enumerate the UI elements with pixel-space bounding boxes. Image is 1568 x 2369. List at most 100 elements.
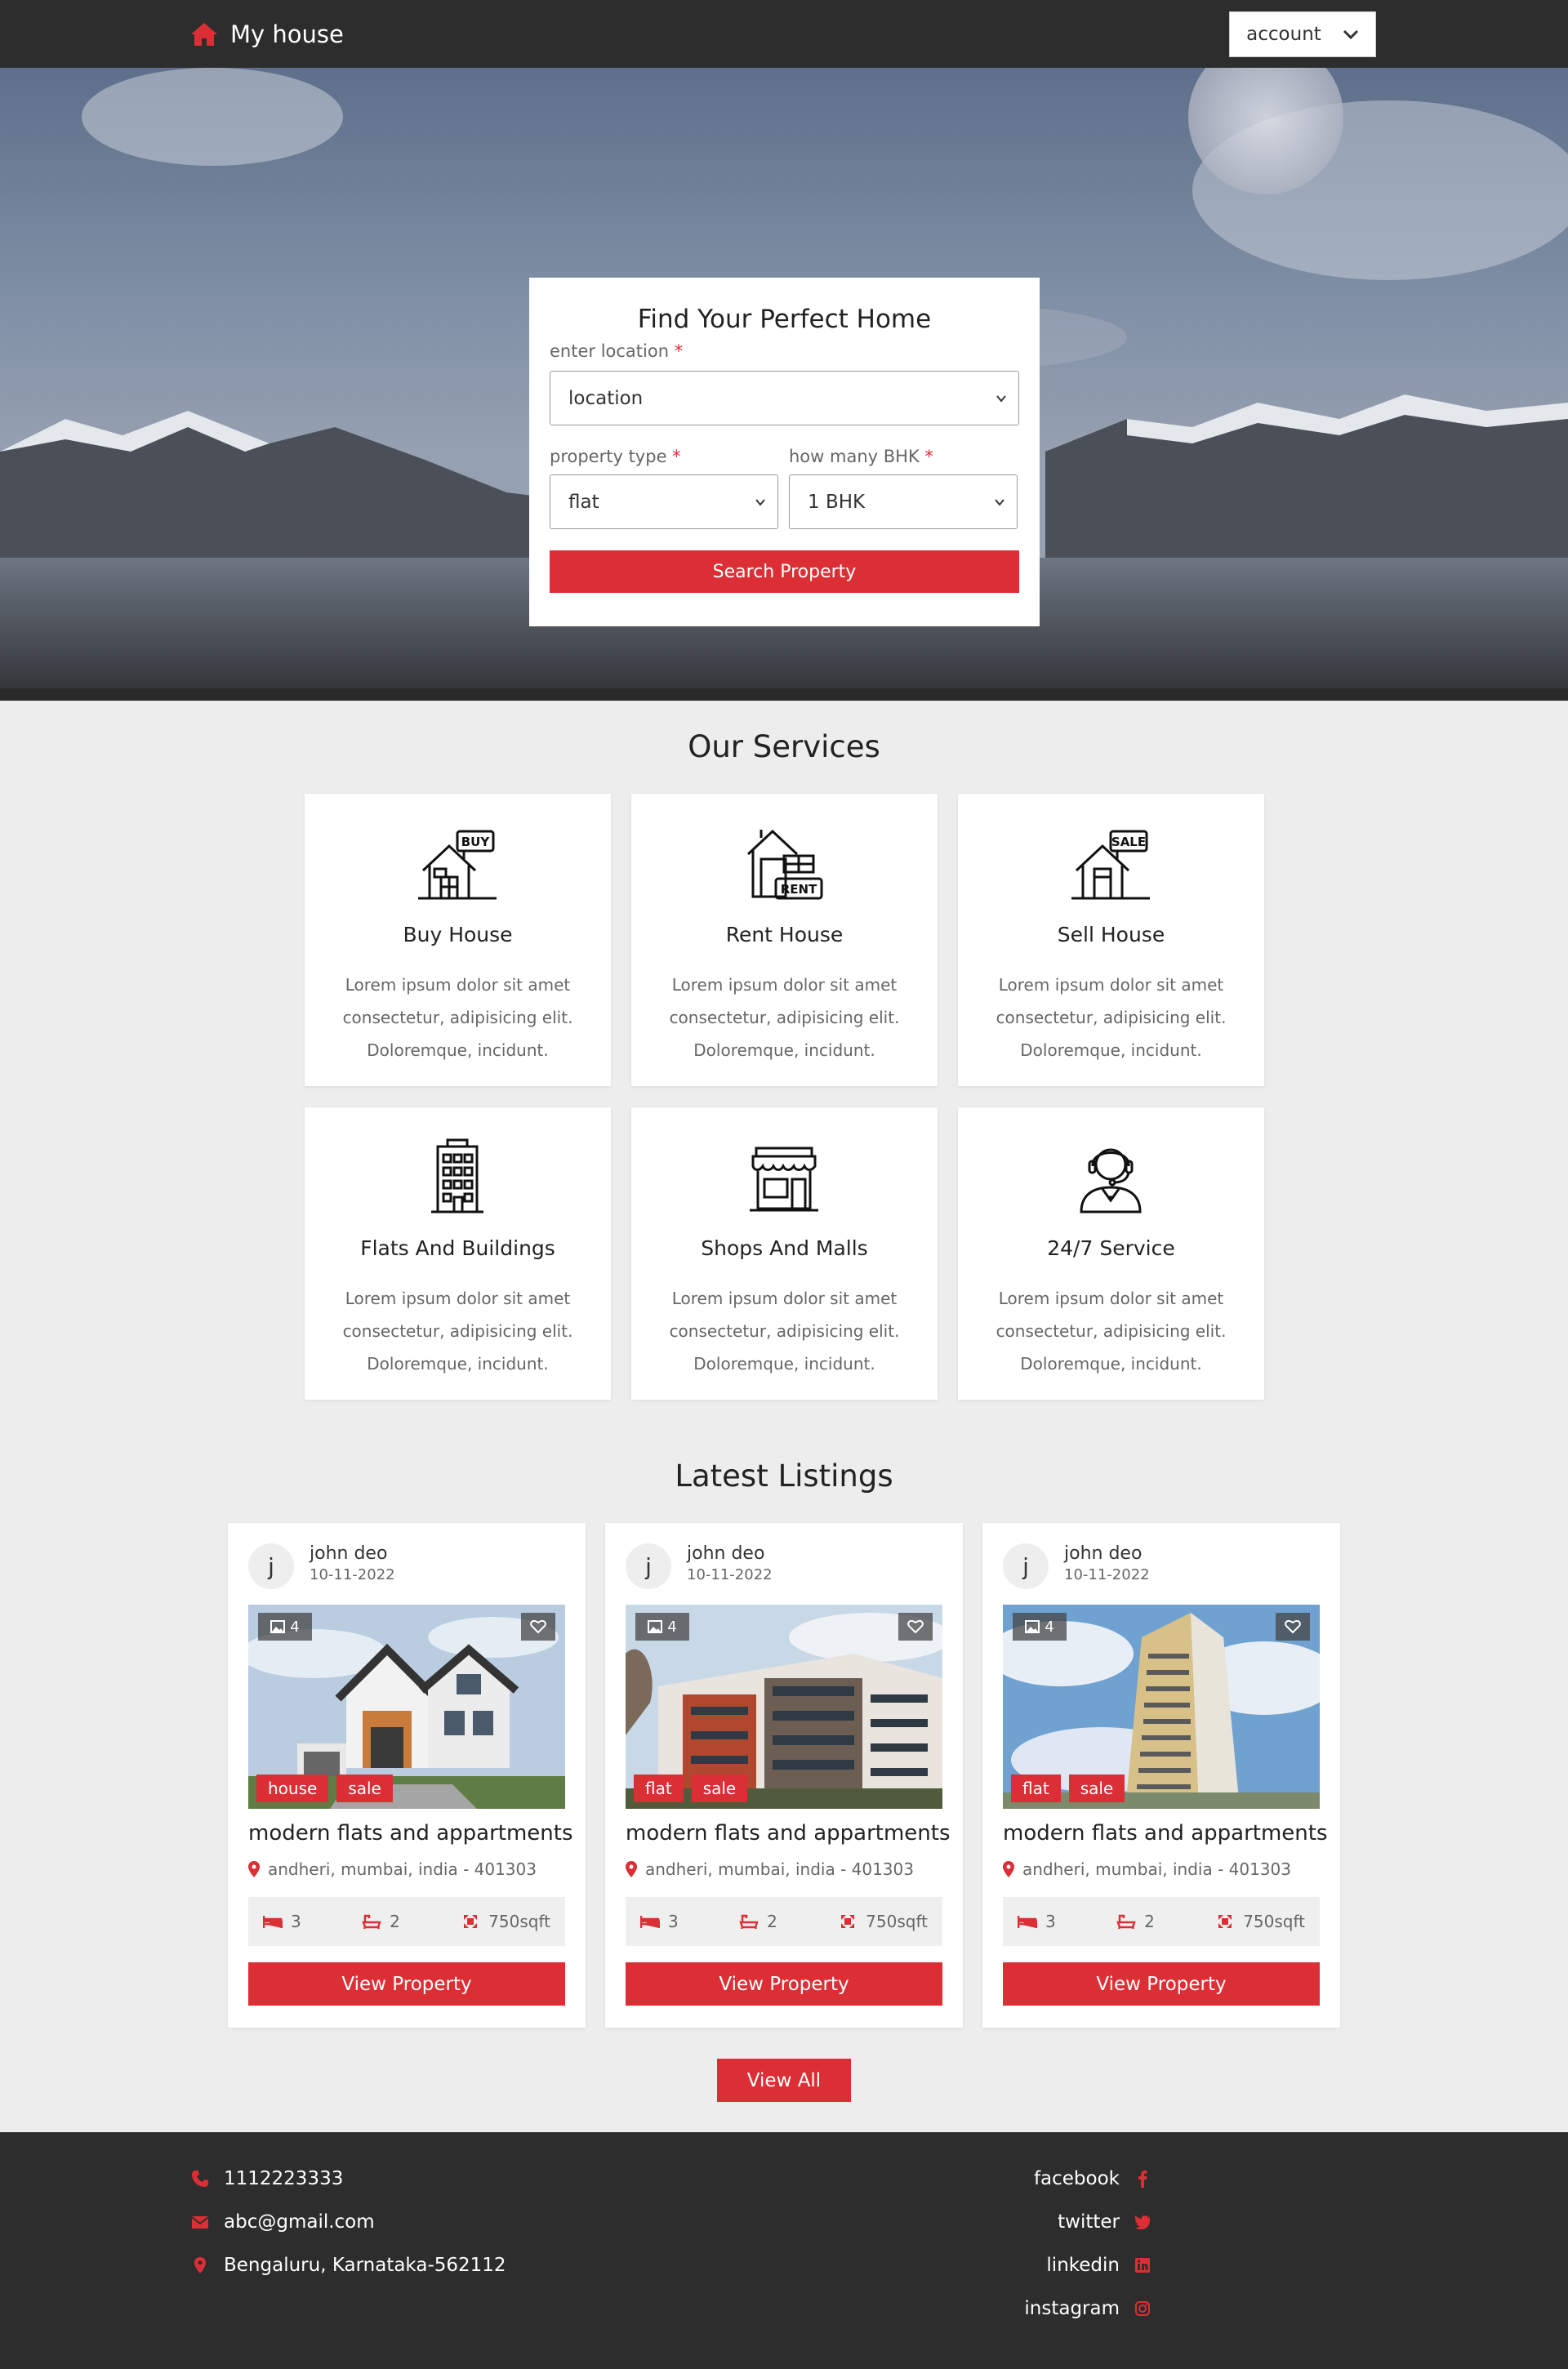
author-name: john deo (687, 1543, 765, 1564)
footer-email[interactable]: abc@gmail.com (191, 2211, 375, 2233)
bhk-label: how many BHK * (789, 447, 933, 466)
service-title: Sell House (1057, 923, 1165, 946)
chevron-down-icon (995, 498, 1004, 506)
bed-icon (1018, 1916, 1037, 1928)
services-title: Our Services (688, 729, 880, 764)
service-card-buy[interactable]: BUY Buy House Lorem ipsum dolor sit amet… (305, 794, 611, 1086)
view-property-button[interactable]: View Property (248, 1962, 565, 2006)
listing-tags: flat sale (1011, 1775, 1125, 1802)
bhk-value: 1 BHK (808, 491, 866, 513)
baths: 2 (362, 1912, 400, 1931)
tag-type: flat (634, 1775, 684, 1802)
account-dropdown[interactable]: account (1229, 11, 1376, 57)
author-name: john deo (1064, 1543, 1143, 1564)
image-count: 4 (1013, 1613, 1067, 1641)
area: 750sqft (1215, 1912, 1305, 1931)
social-linkedin[interactable]: linkedin (1046, 2255, 1151, 2276)
service-card-support[interactable]: 24/7 Service Lorem ipsum dolor sit amet … (958, 1107, 1264, 1400)
listing-title: modern flats and appartments (626, 1821, 951, 1846)
rent-badge: RENT (781, 882, 817, 897)
buy-house-icon: BUY (418, 830, 497, 900)
listing-features: 3 2 750sqft (626, 1897, 942, 1946)
image-count: 4 (258, 1613, 312, 1641)
view-all-button[interactable]: View All (717, 2059, 851, 2102)
service-title: Buy House (403, 923, 513, 946)
service-card-rent[interactable]: RENT Rent House Lorem ipsum dolor sit am… (631, 794, 938, 1086)
social-twitter[interactable]: twitter (1058, 2211, 1151, 2233)
map-marker-icon (626, 1861, 637, 1877)
location-select[interactable]: location (550, 371, 1019, 425)
area-icon (464, 1915, 478, 1928)
bath-icon (739, 1914, 759, 1929)
beds: 3 (1018, 1912, 1056, 1931)
map-marker-icon (248, 1861, 260, 1877)
heart-icon (907, 1619, 924, 1634)
property-type-select[interactable]: flat (550, 474, 778, 529)
post-date: 10-11-2022 (310, 1566, 395, 1583)
top-navbar: My house account (0, 0, 1568, 68)
service-title: Rent House (725, 923, 844, 946)
tag-status: sale (691, 1775, 748, 1802)
area: 750sqft (838, 1912, 928, 1931)
image-icon (648, 1620, 663, 1633)
chevron-down-icon (755, 498, 765, 506)
listing-card: j john deo 10-11-2022 4 house sale moder… (228, 1523, 586, 2028)
footer-address: Bengaluru, Karnataka-562112 (191, 2255, 506, 2276)
bhk-select[interactable]: 1 BHK (789, 474, 1018, 529)
service-card-flats[interactable]: Flats And Buildings Lorem ipsum dolor si… (305, 1107, 611, 1400)
social-instagram[interactable]: instagram (1024, 2298, 1151, 2319)
listing-photo[interactable]: 4 house sale (248, 1605, 565, 1809)
building-icon (431, 1138, 483, 1213)
shop-icon (750, 1147, 818, 1212)
avatar: j (1003, 1543, 1049, 1589)
view-property-button[interactable]: View Property (1003, 1962, 1320, 2006)
listing-features: 3 2 750sqft (1003, 1897, 1320, 1946)
listing-location: andheri, mumbai, india - 401303 (1003, 1859, 1291, 1879)
service-card-sell[interactable]: SALE Sell House Lorem ipsum dolor sit am… (958, 794, 1264, 1086)
account-label: account (1246, 24, 1321, 45)
area: 750sqft (461, 1912, 550, 1931)
service-desc: Lorem ipsum dolor sit amet consectetur, … (996, 975, 1227, 1060)
tag-type: house (256, 1775, 329, 1802)
logo-text: My house (230, 20, 344, 48)
listing-location: andheri, mumbai, india - 401303 (248, 1859, 537, 1879)
service-card-shops[interactable]: Shops And Malls Lorem ipsum dolor sit am… (631, 1107, 938, 1400)
service-desc: Lorem ipsum dolor sit amet consectetur, … (669, 1289, 900, 1374)
post-date: 10-11-2022 (687, 1566, 773, 1583)
tag-status: sale (1068, 1775, 1125, 1802)
social-facebook[interactable]: facebook (1034, 2168, 1151, 2189)
listing-title: modern flats and appartments (1003, 1821, 1328, 1846)
view-property-button[interactable]: View Property (626, 1962, 942, 2006)
listing-photo[interactable]: 4 flat sale (626, 1605, 942, 1809)
footer-phone[interactable]: 1112223333 (191, 2168, 343, 2189)
area-icon (1218, 1915, 1232, 1928)
listing-photo[interactable]: 4 flat sale (1003, 1605, 1320, 1809)
service-desc: Lorem ipsum dolor sit amet consectetur, … (996, 1289, 1227, 1374)
bath-icon (1116, 1914, 1136, 1929)
listing-card: j john deo 10-11-2022 4 flat sale modern… (982, 1523, 1340, 2028)
envelope-icon (191, 2216, 209, 2229)
support-agent-icon (1080, 1148, 1142, 1213)
listing-tags: house sale (256, 1775, 393, 1802)
logo[interactable]: My house (189, 18, 344, 51)
listing-title: modern flats and appartments (248, 1821, 573, 1846)
listing-location: andheri, mumbai, india - 401303 (626, 1859, 914, 1879)
property-type-value: flat (568, 491, 599, 513)
author-name: john deo (310, 1543, 388, 1564)
favorite-button[interactable] (1276, 1613, 1310, 1641)
baths: 2 (1116, 1912, 1155, 1931)
search-property-button[interactable]: Search Property (550, 550, 1019, 593)
heart-icon (530, 1619, 546, 1634)
rent-house-icon: RENT (746, 829, 823, 900)
listing-tags: flat sale (634, 1775, 748, 1802)
sale-badge: SALE (1111, 835, 1146, 849)
listing-card: j john deo 10-11-2022 4 flat sale modern… (605, 1523, 963, 2028)
favorite-button[interactable] (521, 1613, 555, 1641)
heart-icon (1285, 1619, 1301, 1634)
home-icon (191, 23, 217, 46)
service-title: Flats And Buildings (360, 1236, 555, 1260)
service-title: 24/7 Service (1047, 1236, 1175, 1260)
twitter-icon (1134, 2215, 1150, 2230)
favorite-button[interactable] (898, 1613, 933, 1641)
tag-type: flat (1011, 1775, 1061, 1802)
